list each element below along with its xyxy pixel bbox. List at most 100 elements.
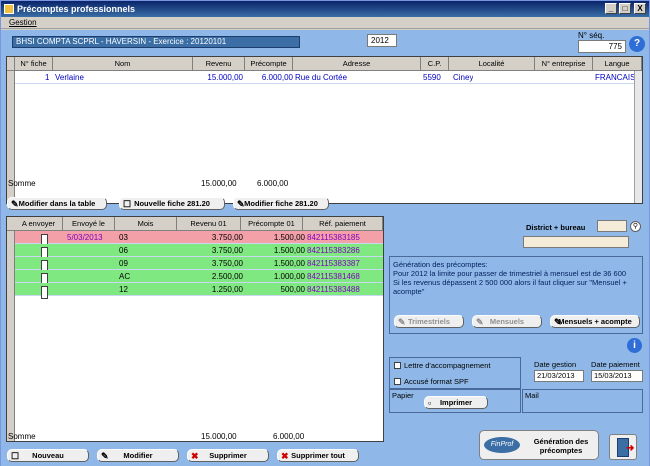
- table-row[interactable]: 09 3.750,00 1.500,00 842115383387: [15, 257, 383, 273]
- col-revenu01[interactable]: Revenu 01: [177, 217, 241, 231]
- delete-icon: ✖: [281, 451, 289, 461]
- cell-revenu: 3.750,00: [211, 259, 243, 268]
- col-adresse[interactable]: Adresse: [293, 57, 421, 71]
- mail-panel: Mail: [522, 389, 643, 413]
- table-row[interactable]: 1 Verlaine 15.000,00 6.000,00 Rue du Cor…: [15, 71, 642, 84]
- pencil-icon: ✎: [11, 199, 19, 209]
- exit-arrow-icon: ➜: [626, 443, 635, 454]
- info-icon[interactable]: i: [627, 338, 642, 353]
- col-fiche[interactable]: N° fiche: [15, 57, 53, 71]
- table-header: N° fiche Nom Revenu Précompte Adresse C.…: [7, 57, 642, 71]
- cell-envoye: 5/03/2013: [67, 233, 103, 242]
- modifier-button[interactable]: ✎ Modifier: [97, 449, 179, 462]
- col-revenu[interactable]: Revenu: [193, 57, 245, 71]
- col-mois[interactable]: Mois: [115, 217, 177, 231]
- cell-precompte: 500,00: [280, 285, 305, 294]
- trimestriels-button[interactable]: ✎ Trimestriels: [394, 315, 464, 328]
- exit-button[interactable]: ➜: [609, 434, 637, 460]
- nouveau-button[interactable]: ☐ Nouveau: [7, 449, 89, 462]
- sum-label: Somme: [8, 179, 36, 188]
- check-icon: ✎: [554, 317, 562, 327]
- gen-line2: Si les revenus dépassent 2 500 000 alors…: [393, 278, 627, 296]
- seq-field[interactable]: 775: [578, 40, 626, 53]
- app-icon: [4, 4, 14, 14]
- options-panel: Lettre d'accompagnement Accusé format SP…: [389, 357, 521, 389]
- maximize-button[interactable]: □: [619, 3, 631, 14]
- gen-line1: Pour 2012 la limite pour passer de trime…: [393, 269, 627, 278]
- date-paiement-field[interactable]: 15/03/2013: [591, 370, 643, 382]
- new-icon: ☐: [11, 451, 20, 461]
- check-icon: ✎: [398, 317, 406, 327]
- date-paiement-label: Date paiement: [591, 360, 640, 369]
- bureau-field[interactable]: [523, 236, 629, 248]
- supprimer-button[interactable]: ✖ Supprimer: [187, 449, 269, 462]
- papier-panel: Papier ▫ Imprimer: [389, 389, 521, 413]
- cell-langue: FRANCAIS: [595, 73, 636, 82]
- close-button[interactable]: X: [634, 3, 646, 14]
- lettre-label: Lettre d'accompagnement: [404, 361, 491, 370]
- sum-revenu: 15.000,00: [201, 179, 237, 188]
- cell-revenu: 3.750,00: [211, 246, 243, 255]
- col-localite[interactable]: Localité: [449, 57, 535, 71]
- cell-ref: 842115381468: [307, 272, 360, 281]
- mensuels-button[interactable]: ✎ Mensuels: [472, 315, 542, 328]
- modifier-fiche-button[interactable]: ✎ Modifier fiche 281.20: [233, 197, 329, 210]
- col-envoye[interactable]: Envoyé le: [63, 217, 115, 231]
- table-row[interactable]: AC 2.500,00 1.000,00 842115381468: [15, 270, 383, 286]
- col-nom[interactable]: Nom: [53, 57, 193, 71]
- cell-revenu: 2.500,00: [211, 272, 243, 281]
- cell-ref: 842115383488: [307, 285, 360, 294]
- precomptes-table[interactable]: A envoyer Envoyé le Mois Revenu 01 Préco…: [6, 216, 384, 442]
- col-precompte01[interactable]: Précompte 01: [241, 217, 303, 231]
- col-entreprise[interactable]: N° entreprise: [535, 57, 593, 71]
- table-row[interactable]: 12 1.250,00 500,00 842115383488: [15, 283, 383, 299]
- cell-cp: 5590: [423, 73, 441, 82]
- client-area: BHSI COMPTA SCPRL - HAVERSIN - Exercice …: [1, 30, 649, 466]
- mensuels-acompte-button[interactable]: ✎ Mensuels + acompte: [550, 315, 640, 328]
- finprof-logo: FinProf: [484, 437, 520, 453]
- accuse-checkbox[interactable]: [394, 378, 401, 385]
- cell-revenu: 15.000,00: [207, 73, 243, 82]
- col-ref[interactable]: Réf. paiement: [303, 217, 383, 231]
- row-selector-column[interactable]: [7, 231, 15, 441]
- table-row[interactable]: 5/03/2013 03 3.750,00 1.500,00 842115383185: [15, 231, 383, 247]
- cell-fiche: 1: [45, 73, 50, 82]
- title-bar: Précomptes professionnels _ □ X: [1, 1, 649, 17]
- generation-button[interactable]: FinProf Génération des précomptes: [479, 430, 599, 460]
- table-row[interactable]: 06 3.750,00 1.500,00 842115383286: [15, 244, 383, 260]
- imprimer-button[interactable]: ▫ Imprimer: [424, 396, 488, 409]
- col-precompte[interactable]: Précompte: [245, 57, 293, 71]
- cell-adresse: Rue du Cortée: [295, 73, 348, 82]
- nouvelle-fiche-button[interactable]: ☐ Nouvelle fiche 281.20: [119, 197, 225, 210]
- question-icon[interactable]: ?: [629, 36, 645, 52]
- cell-nom: Verlaine: [55, 73, 84, 82]
- envoyer-checkbox[interactable]: [41, 286, 48, 299]
- sum-precompte: 6.000,00: [273, 432, 305, 441]
- generation-panel: Génération des précomptes: Pour 2012 la …: [389, 256, 643, 334]
- col-cp[interactable]: C.P.: [421, 57, 449, 71]
- generation-label: Génération des précomptes: [533, 437, 589, 455]
- delete-icon: ✖: [191, 451, 199, 461]
- cell-precompte: 6.000,00: [261, 73, 293, 82]
- cell-precompte: 1.500,00: [273, 246, 305, 255]
- app-window: Précomptes professionnels _ □ X Gestion …: [0, 0, 650, 466]
- date-gestion-field[interactable]: 21/03/2013: [534, 370, 584, 382]
- fiches-table[interactable]: N° fiche Nom Revenu Précompte Adresse C.…: [6, 56, 643, 204]
- table-header: A envoyer Envoyé le Mois Revenu 01 Préco…: [7, 217, 383, 231]
- scrollbar[interactable]: [634, 71, 642, 203]
- year-field[interactable]: 2012: [367, 34, 397, 47]
- lookup-icon[interactable]: ⚲: [630, 221, 641, 232]
- minimize-button[interactable]: _: [605, 3, 617, 14]
- lettre-checkbox[interactable]: [394, 362, 401, 369]
- modifier-table-button[interactable]: ✎ Modifier dans la table: [7, 197, 107, 210]
- menu-bar: Gestion: [1, 17, 649, 29]
- col-langue[interactable]: Langue: [593, 57, 642, 71]
- col-envoyer[interactable]: A envoyer: [15, 217, 63, 231]
- supprimer-tout-button[interactable]: ✖ Supprimer tout: [277, 449, 359, 462]
- district-field[interactable]: [597, 220, 627, 232]
- menu-gestion[interactable]: Gestion: [9, 18, 37, 27]
- cell-precompte: 1.500,00: [273, 259, 305, 268]
- cell-envoye: [67, 244, 115, 257]
- cell-ref: 842115383387: [307, 259, 360, 268]
- new-icon: ☐: [123, 199, 132, 209]
